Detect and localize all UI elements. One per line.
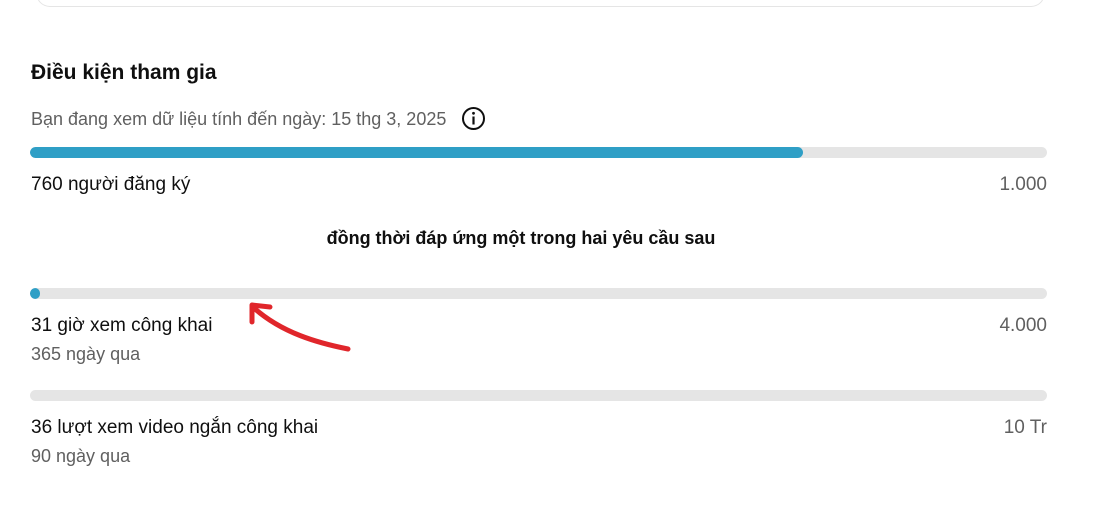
watch-hours-progress-bar [30, 288, 1047, 299]
shorts-views-target: 10 Tr [1003, 417, 1047, 438]
annotation-arrow-icon [249, 302, 351, 352]
subscribers-progress-bar [30, 147, 1047, 158]
alternative-requirement-note: đồng thời đáp ứng một trong hai yêu cầu … [326, 228, 716, 248]
data-date-text: Bạn đang xem dữ liệu tính đến ngày: 15 t… [31, 108, 447, 129]
section-title: Điều kiện tham gia [31, 61, 217, 84]
subscribers-progress-fill [30, 147, 803, 158]
info-icon[interactable] [461, 106, 486, 131]
watch-hours-period: 365 ngày qua [31, 344, 141, 364]
watch-hours-label: 31 giờ xem công khai [31, 315, 213, 336]
subscribers-target: 1.000 [999, 174, 1047, 195]
subscribers-label: 760 người đăng ký [31, 174, 191, 195]
shorts-views-label: 36 lượt xem video ngắn công khai [31, 417, 319, 438]
watch-hours-target: 4.000 [999, 315, 1047, 336]
previous-card-edge [36, 0, 1045, 7]
data-date-row: Bạn đang xem dữ liệu tính đến ngày: 15 t… [31, 106, 486, 131]
shorts-views-progress-bar [30, 390, 1047, 401]
shorts-views-period: 90 ngày qua [31, 446, 131, 466]
watch-hours-progress-fill [30, 288, 40, 299]
